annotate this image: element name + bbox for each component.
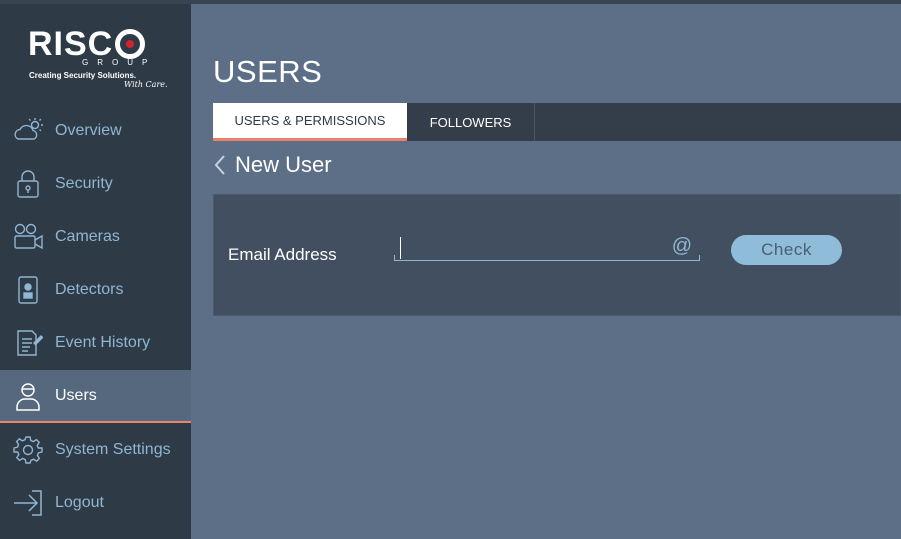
sidebar-item-overview[interactable]: Overview (0, 104, 191, 157)
email-label: Email Address (228, 245, 337, 264)
tab-bar: USERS & PERMISSIONS FOLLOWERS (213, 103, 901, 141)
sidebar-item-label: Overview (55, 121, 122, 139)
sidebar-item-label: Security (55, 174, 113, 192)
logo-o-icon (115, 29, 145, 59)
tab-followers[interactable]: FOLLOWERS (407, 103, 535, 141)
sidebar-item-label: Event History (55, 334, 151, 352)
main-content: USERS USERS & PERMISSIONS FOLLOWERS New … (191, 4, 901, 539)
gear-icon (12, 434, 44, 466)
sidebar-item-label: Cameras (55, 227, 120, 245)
sidebar-item-system-settings[interactable]: System Settings (0, 423, 191, 476)
sidebar-item-cameras[interactable]: Cameras (0, 210, 191, 263)
email-input[interactable] (400, 237, 660, 259)
lock-icon (12, 168, 44, 200)
detector-icon (12, 274, 44, 306)
sidebar-item-label: System Settings (55, 440, 171, 458)
cloud-sun-icon (12, 115, 44, 147)
chevron-left-icon (214, 155, 225, 175)
logo-group-text: GROUP (82, 58, 157, 67)
sidebar-item-detectors[interactable]: Detectors (0, 264, 191, 317)
sidebar-item-label: Detectors (55, 281, 124, 299)
logout-icon (12, 487, 44, 519)
tab-users-permissions[interactable]: USERS & PERMISSIONS (213, 103, 407, 141)
sidebar-item-security[interactable]: Security (0, 157, 191, 210)
sidebar-item-users[interactable]: Users (0, 369, 191, 424)
sidebar-item-event-history[interactable]: Event History (0, 317, 191, 370)
risco-logo: RISC GROUP Creating Security Solutions. … (20, 24, 170, 104)
user-icon (12, 380, 44, 412)
logo-tagline-suffix: With Care. (124, 80, 168, 89)
back-button[interactable]: New User (213, 152, 332, 178)
sidebar-item-logout[interactable]: Logout (0, 476, 191, 529)
new-user-form-panel: Email Address @ Check (213, 194, 901, 316)
email-field: @ (394, 235, 700, 261)
camera-icon (12, 221, 44, 253)
at-icon: @ (671, 235, 692, 257)
page-title: USERS (213, 54, 323, 89)
document-edit-icon (12, 327, 44, 359)
sidebar-item-label: Logout (55, 493, 104, 511)
section-title: New User (235, 152, 332, 177)
logo-tagline: Creating Security Solutions. (29, 71, 137, 80)
check-button[interactable]: Check (731, 235, 842, 265)
sidebar: RISC GROUP Creating Security Solutions. … (0, 4, 191, 539)
sidebar-item-label: Users (55, 386, 97, 404)
sidebar-nav: Overview Security Cameras Detectors Even… (0, 104, 191, 530)
